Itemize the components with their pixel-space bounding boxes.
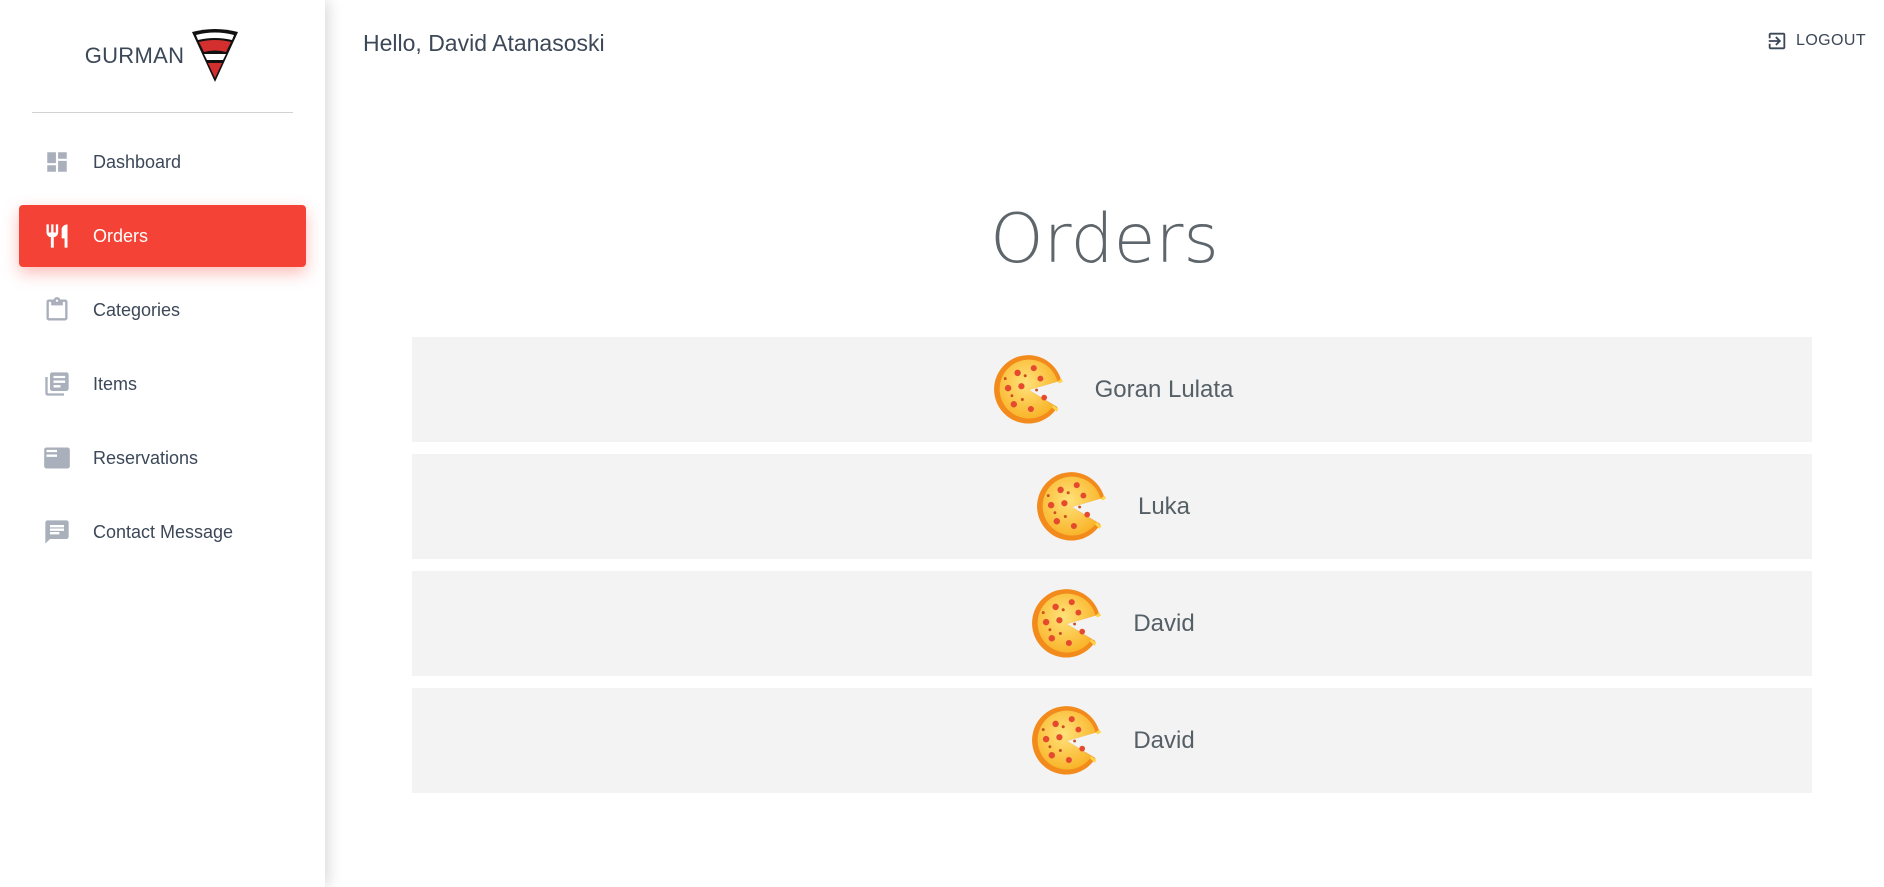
logout-icon xyxy=(1768,32,1786,50)
order-content: Luka xyxy=(1034,469,1190,545)
sidebar-item-orders[interactable]: Orders xyxy=(19,205,306,267)
greeting-text: Hello, David Atanasoski xyxy=(363,30,605,56)
sidebar-item-label: Items xyxy=(93,373,138,394)
sidebar-item-reservations[interactable]: Reservations xyxy=(19,427,306,489)
sidebar: GURMAN Dashboard Orders Categories Items… xyxy=(0,0,325,887)
order-row[interactable]: David xyxy=(412,688,1812,793)
order-row[interactable]: David xyxy=(412,571,1812,676)
brand-name: GURMAN xyxy=(84,43,185,68)
order-content: Goran Lulata xyxy=(991,352,1234,428)
order-customer-name: Goran Lulata xyxy=(1094,375,1234,403)
app: GURMAN Dashboard Orders Categories Items… xyxy=(0,0,1884,887)
order-customer-name: Luka xyxy=(1137,492,1191,520)
pizza-slice-logo-icon xyxy=(192,29,239,82)
order-row[interactable]: Goran Lulata xyxy=(412,337,1812,442)
fork-knife-icon xyxy=(43,222,71,250)
library-books-icon xyxy=(43,370,71,398)
logout-label: LOGOUT xyxy=(1796,32,1866,49)
sidebar-item-items[interactable]: Items xyxy=(19,353,306,415)
order-row[interactable]: Luka xyxy=(412,454,1812,559)
main-content: Orders Goran Lulata Luka David David xyxy=(325,88,1884,887)
page-title: Orders xyxy=(990,200,1219,279)
order-content: David xyxy=(1029,586,1195,662)
sidebar-item-label: Orders xyxy=(93,225,149,246)
brand[interactable]: GURMAN xyxy=(0,0,325,112)
pizza-icon xyxy=(991,352,1067,428)
clipboard-icon xyxy=(43,296,71,324)
order-customer-name: David xyxy=(1133,609,1195,637)
chat-icon xyxy=(43,518,71,546)
pizza-icon xyxy=(1034,469,1110,545)
sidebar-item-label: Dashboard xyxy=(93,151,182,172)
sidebar-item-dashboard[interactable]: Dashboard xyxy=(19,131,306,193)
sidebar-item-label: Reservations xyxy=(93,447,199,468)
order-content: David xyxy=(1029,703,1195,779)
top-bar: Hello, David Atanasoski LOGOUT xyxy=(325,0,1884,88)
sidebar-item-label: Contact Message xyxy=(93,521,234,542)
pizza-icon xyxy=(1029,703,1105,779)
logout-button[interactable]: LOGOUT xyxy=(1766,30,1866,52)
order-customer-name: David xyxy=(1133,726,1195,754)
dashboard-icon xyxy=(43,148,71,176)
pizza-icon xyxy=(1029,586,1105,662)
sidebar-item-label: Categories xyxy=(93,299,181,320)
brand-divider xyxy=(32,112,293,113)
sidebar-nav: Dashboard Orders Categories Items Reserv… xyxy=(0,131,325,563)
sidebar-item-categories[interactable]: Categories xyxy=(19,279,306,341)
sidebar-item-contact-message[interactable]: Contact Message xyxy=(19,501,306,563)
featured-play-list-icon xyxy=(43,444,71,472)
orders-list: Goran Lulata Luka David David xyxy=(412,337,1812,805)
